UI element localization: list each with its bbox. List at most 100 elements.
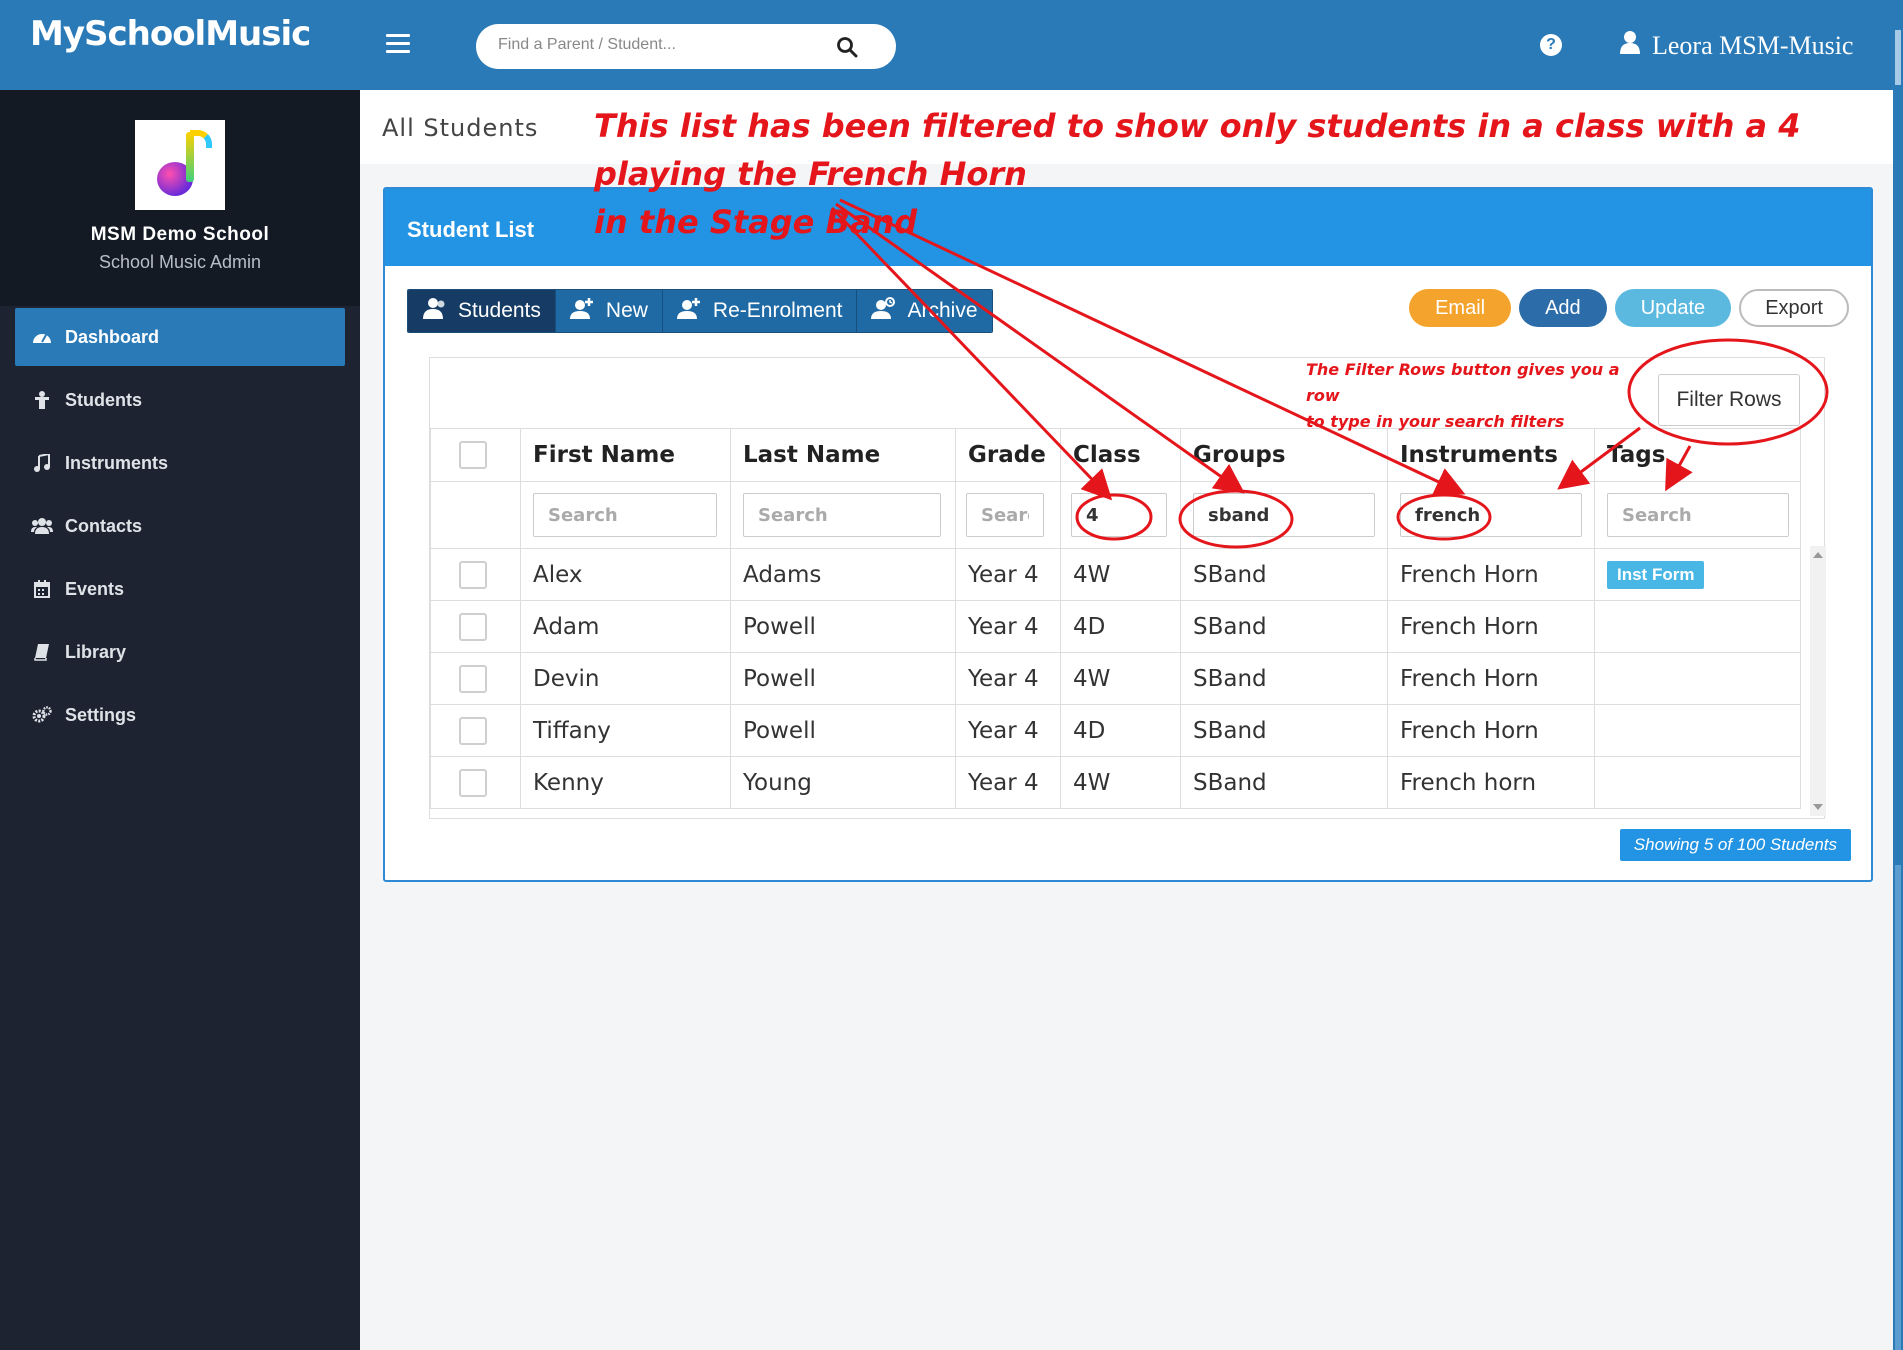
class-filter-input[interactable] bbox=[1071, 493, 1167, 537]
search-icon[interactable] bbox=[836, 36, 858, 63]
last-name-filter-input[interactable] bbox=[743, 493, 941, 537]
column-header-instruments[interactable]: Instruments bbox=[1387, 428, 1595, 482]
user-icon bbox=[1620, 30, 1640, 61]
column-header-tags[interactable]: Tags bbox=[1594, 428, 1801, 482]
school-logo bbox=[135, 120, 225, 210]
tags-cell bbox=[1594, 652, 1801, 705]
help-icon[interactable]: ? bbox=[1540, 34, 1562, 56]
sidebar-item-students[interactable]: Students bbox=[15, 371, 345, 429]
email-button[interactable]: Email bbox=[1409, 289, 1512, 327]
sidebar-profile: MSM Demo School School Music Admin bbox=[0, 90, 360, 306]
student-list-panel: Student List Students New Re-Enrolment A… bbox=[383, 187, 1873, 882]
groups-cell: SBand bbox=[1180, 548, 1388, 601]
add-button[interactable]: Add bbox=[1519, 289, 1607, 327]
class-cell: 4D bbox=[1060, 600, 1181, 653]
sidebar-item-dashboard[interactable]: Dashboard bbox=[15, 308, 345, 366]
tags-filter-input[interactable] bbox=[1607, 493, 1789, 537]
sidebar-item-events[interactable]: Events bbox=[15, 560, 345, 618]
last-name-cell: Powell bbox=[730, 704, 956, 757]
annotation-filter-note: The Filter Rows button gives you a row t… bbox=[1306, 360, 1620, 431]
update-button[interactable]: Update bbox=[1614, 289, 1732, 327]
table-row[interactable]: Adam Powell Year 4 4D SBand French Horn bbox=[430, 600, 1801, 653]
tags-cell bbox=[1594, 756, 1801, 809]
class-cell: 4D bbox=[1060, 704, 1181, 757]
table-row[interactable]: Alex Adams Year 4 4W SBand French Horn I… bbox=[430, 548, 1801, 601]
sidebar-item-settings[interactable]: Settings bbox=[15, 686, 345, 744]
column-header-grade[interactable]: Grade bbox=[955, 428, 1061, 482]
table-header-row: First Name Last Name Grade Class Groups … bbox=[430, 428, 1801, 482]
export-button[interactable]: Export bbox=[1739, 289, 1849, 327]
student-icon bbox=[31, 391, 53, 409]
school-role: School Music Admin bbox=[98, 252, 262, 272]
first-name-cell: Adam bbox=[520, 600, 731, 653]
grid-scrollbar[interactable] bbox=[1810, 546, 1826, 816]
select-all-cell bbox=[430, 428, 521, 482]
student-tabs: Students New Re-Enrolment Archive bbox=[407, 289, 993, 333]
filter-rows-button[interactable]: Filter Rows bbox=[1658, 374, 1800, 426]
user-menu[interactable]: Leora MSM-Music bbox=[1620, 30, 1853, 61]
row-checkbox[interactable] bbox=[459, 612, 487, 641]
first-name-filter-input[interactable] bbox=[533, 493, 717, 537]
annotation-main-text: This list has been filtered to show only… bbox=[594, 107, 1801, 241]
row-checkbox[interactable] bbox=[459, 768, 487, 797]
inst-form-tag[interactable]: Inst Form bbox=[1607, 561, 1705, 589]
top-search-box[interactable] bbox=[476, 24, 896, 69]
column-header-groups[interactable]: Groups bbox=[1180, 428, 1388, 482]
music-note-icon bbox=[31, 454, 53, 472]
table-row[interactable]: Devin Powell Year 4 4W SBand French Horn bbox=[430, 652, 1801, 705]
select-all-checkbox[interactable] bbox=[459, 441, 487, 469]
class-cell: 4W bbox=[1060, 652, 1181, 705]
parent-student-search-input[interactable] bbox=[498, 36, 828, 54]
sidebar-item-instruments[interactable]: Instruments bbox=[15, 434, 345, 492]
sidebar-item-contacts[interactable]: Contacts bbox=[15, 497, 345, 555]
first-name-cell: Tiffany bbox=[520, 704, 731, 757]
page-title: All Students bbox=[382, 114, 539, 142]
class-cell: 4W bbox=[1060, 548, 1181, 601]
table-row[interactable]: Tiffany Powell Year 4 4D SBand French Ho… bbox=[430, 704, 1801, 757]
page-scrollbar[interactable] bbox=[1893, 0, 1903, 1350]
menu-toggle-icon[interactable] bbox=[386, 34, 410, 54]
last-name-cell: Powell bbox=[730, 652, 956, 705]
instrument-cell: French Horn bbox=[1387, 704, 1595, 757]
last-name-cell: Young bbox=[730, 756, 956, 809]
grade-cell: Year 4 bbox=[955, 756, 1061, 809]
user-name: Leora MSM-Music bbox=[1652, 30, 1854, 60]
grade-cell: Year 4 bbox=[955, 652, 1061, 705]
tab-re-enrolment[interactable]: Re-Enrolment bbox=[662, 290, 858, 332]
first-name-cell: Kenny bbox=[520, 756, 731, 809]
book-icon bbox=[31, 643, 53, 661]
column-header-last-name[interactable]: Last Name bbox=[730, 428, 956, 482]
row-checkbox[interactable] bbox=[459, 664, 487, 693]
grade-cell: Year 4 bbox=[955, 704, 1061, 757]
first-name-cell: Devin bbox=[520, 652, 731, 705]
instrument-cell: French Horn bbox=[1387, 600, 1595, 653]
row-checkbox[interactable] bbox=[459, 560, 487, 589]
sidebar-nav: Dashboard Students Instruments Contacts … bbox=[0, 308, 360, 744]
groups-cell: SBand bbox=[1180, 756, 1388, 809]
tab-students[interactable]: Students bbox=[408, 290, 556, 332]
instrument-cell: French Horn bbox=[1387, 652, 1595, 705]
grade-filter-input[interactable] bbox=[966, 493, 1044, 537]
groups-cell: SBand bbox=[1180, 704, 1388, 757]
instruments-filter-input[interactable] bbox=[1400, 493, 1582, 537]
groups-cell: SBand bbox=[1180, 600, 1388, 653]
first-name-cell: Alex bbox=[520, 548, 731, 601]
grade-cell: Year 4 bbox=[955, 600, 1061, 653]
row-checkbox[interactable] bbox=[459, 716, 487, 745]
column-header-first-name[interactable]: First Name bbox=[520, 428, 731, 482]
groups-filter-input[interactable] bbox=[1193, 493, 1375, 537]
filter-row bbox=[430, 481, 1801, 549]
tab-new[interactable]: New bbox=[555, 290, 663, 332]
app-logo[interactable]: MySchoolMusic bbox=[30, 14, 311, 54]
student-table: First Name Last Name Grade Class Groups … bbox=[430, 428, 1801, 809]
table-row[interactable]: Kenny Young Year 4 4W SBand French horn bbox=[430, 756, 1801, 809]
add-user-icon bbox=[569, 297, 596, 325]
re-enrol-icon bbox=[676, 297, 703, 325]
sidebar-item-library[interactable]: Library bbox=[15, 623, 345, 681]
column-header-class[interactable]: Class bbox=[1060, 428, 1181, 482]
calendar-icon bbox=[31, 580, 53, 598]
contacts-icon bbox=[31, 518, 53, 534]
grade-cell: Year 4 bbox=[955, 548, 1061, 601]
tab-archive[interactable]: Archive bbox=[857, 290, 992, 332]
last-name-cell: Adams bbox=[730, 548, 956, 601]
